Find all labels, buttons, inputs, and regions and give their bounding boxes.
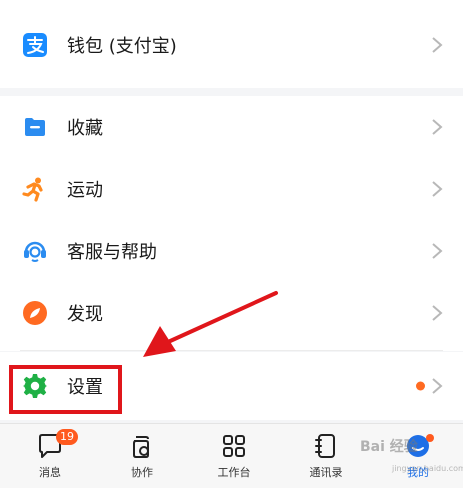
tab-collab-label: 协作 bbox=[131, 466, 153, 479]
settings-card: 设置 bbox=[0, 352, 463, 420]
wallet-card: 钱包 (支付宝) bbox=[0, 0, 463, 88]
discover-row[interactable]: 发现 bbox=[0, 282, 463, 344]
alipay-icon bbox=[23, 33, 47, 57]
chevron-right-icon bbox=[432, 378, 443, 394]
chevron-right-icon bbox=[432, 243, 443, 259]
chevron-right-icon bbox=[432, 37, 443, 53]
chevron-right-icon bbox=[432, 181, 443, 197]
discover-label: 发现 bbox=[67, 304, 103, 325]
tab-me[interactable]: 我的 bbox=[372, 424, 463, 488]
favorites-row[interactable]: 收藏 bbox=[0, 96, 463, 158]
divider bbox=[20, 350, 443, 351]
compass-icon bbox=[23, 301, 47, 325]
gear-icon bbox=[23, 374, 47, 398]
bottom-tab-bar: 19 消息 协作 工作台 通讯录 我的 bbox=[0, 423, 463, 488]
tab-me-label: 我的 bbox=[407, 466, 429, 479]
contacts-book-icon bbox=[315, 434, 335, 458]
sports-label: 运动 bbox=[67, 180, 103, 201]
tab-messages[interactable]: 19 消息 bbox=[4, 424, 96, 488]
chevron-right-icon bbox=[432, 305, 443, 321]
sports-row[interactable]: 运动 bbox=[0, 158, 463, 220]
notification-dot bbox=[416, 381, 425, 391]
settings-row[interactable]: 设置 bbox=[0, 355, 463, 417]
wallet-label: 钱包 (支付宝) bbox=[67, 36, 177, 57]
favorites-label: 收藏 bbox=[67, 118, 103, 139]
tab-contacts-label: 通讯录 bbox=[309, 466, 343, 479]
grid-icon bbox=[223, 435, 245, 457]
unread-count-badge: 19 bbox=[56, 429, 78, 445]
support-label: 客服与帮助 bbox=[67, 242, 157, 263]
headset-icon bbox=[24, 241, 46, 262]
tab-contacts[interactable]: 通讯录 bbox=[280, 424, 372, 488]
tab-workbench[interactable]: 工作台 bbox=[188, 424, 280, 488]
running-person-icon bbox=[22, 177, 43, 202]
chevron-right-icon bbox=[432, 119, 443, 135]
settings-label: 设置 bbox=[67, 377, 103, 398]
tab-collab[interactable]: 协作 bbox=[96, 424, 188, 488]
wallet-row[interactable]: 钱包 (支付宝) bbox=[0, 14, 463, 76]
tab-workbench-label: 工作台 bbox=[217, 466, 251, 479]
support-row[interactable]: 客服与帮助 bbox=[0, 220, 463, 282]
collaboration-icon bbox=[133, 436, 149, 458]
folder-icon bbox=[25, 118, 45, 136]
tab-messages-label: 消息 bbox=[39, 466, 61, 479]
notification-dot bbox=[426, 434, 434, 442]
menu-card: 收藏 运动 客服与帮助 发现 bbox=[0, 96, 463, 351]
settings-screen: 钱包 (支付宝) 收藏 运动 客服与帮助 发现 设置 19 消息 协作 工作台 … bbox=[0, 0, 463, 488]
